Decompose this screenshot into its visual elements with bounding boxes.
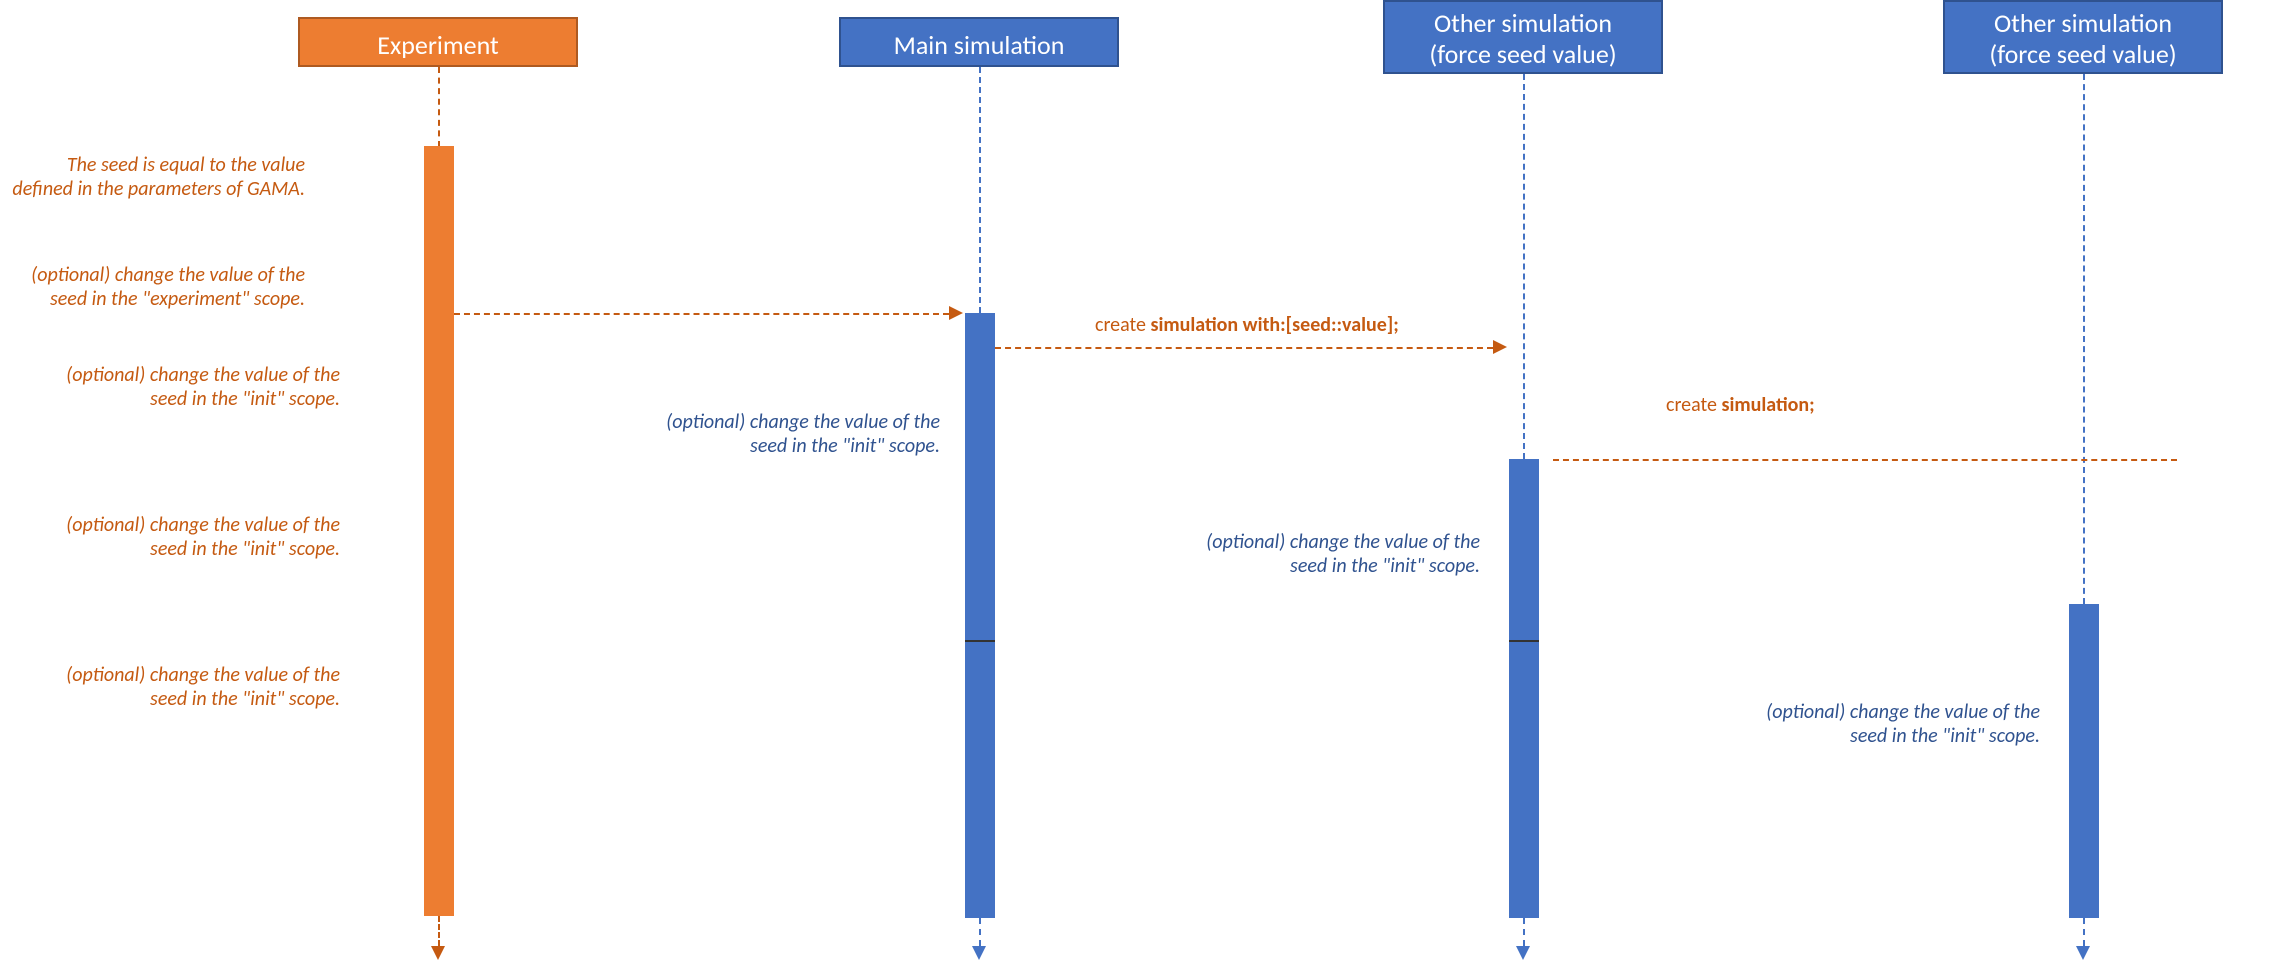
other-sim-force-title-1: Other simulation bbox=[1385, 8, 1661, 39]
arrowhead-down-icon bbox=[972, 946, 986, 960]
code-pre: create bbox=[1666, 393, 1721, 417]
other-sim2-activation-bar bbox=[2069, 604, 2099, 918]
main-simulation-header: Main simulation bbox=[839, 17, 1119, 67]
message-arrow-line bbox=[454, 313, 949, 315]
annotation-experiment-scope: (optional) change the value of the seed … bbox=[5, 263, 305, 311]
lifeline-dash bbox=[1523, 918, 1525, 946]
lifeline-dash bbox=[2083, 74, 2085, 604]
code-create-sim: create simulation; bbox=[1666, 393, 1815, 417]
annotation-other-sim-init: (optional) change the value of the seed … bbox=[1180, 530, 1480, 578]
main-sim-activation-bar bbox=[965, 313, 995, 918]
experiment-title: Experiment bbox=[377, 29, 498, 61]
annotation-init-scope-2: (optional) change the value of the seed … bbox=[40, 513, 340, 561]
arrowhead-right-icon bbox=[949, 306, 963, 320]
lifeline-dash bbox=[438, 916, 440, 946]
arrowhead-down-icon bbox=[431, 946, 445, 960]
other-sim-force-header: Other simulation (force seed value) bbox=[1383, 0, 1663, 74]
arrowhead-down-icon bbox=[2076, 946, 2090, 960]
arrowhead-right-icon bbox=[1493, 340, 1507, 354]
message-arrow-line bbox=[995, 347, 1493, 349]
annotation-init-scope-3: (optional) change the value of the seed … bbox=[40, 663, 340, 711]
other-sim-force2-title-2: (force seed value) bbox=[1945, 39, 2221, 70]
other-sim-activation-bar bbox=[1509, 459, 1539, 918]
bar-separator bbox=[965, 640, 995, 642]
bar-separator bbox=[1509, 640, 1539, 642]
code-bold: simulation; bbox=[1721, 393, 1814, 417]
code-create-sim-with-seed: create simulation with:[seed::value]; bbox=[1095, 313, 1399, 337]
lifeline-dash bbox=[979, 67, 981, 313]
message-arrow-line bbox=[1553, 459, 2177, 461]
annotation-experiment-default-seed: The seed is equal to the value defined i… bbox=[5, 153, 305, 201]
annotation-init-scope-1: (optional) change the value of the seed … bbox=[40, 363, 340, 411]
annotation-other-sim2-init: (optional) change the value of the seed … bbox=[1740, 700, 2040, 748]
code-bold: simulation with:[seed::value]; bbox=[1150, 313, 1398, 337]
experiment-activation-bar bbox=[424, 146, 454, 916]
code-pre: create bbox=[1095, 313, 1150, 337]
other-sim-force2-title-1: Other simulation bbox=[1945, 8, 2221, 39]
lifeline-dash bbox=[2083, 918, 2085, 946]
arrowhead-down-icon bbox=[1516, 946, 1530, 960]
other-sim-force2-header: Other simulation (force seed value) bbox=[1943, 0, 2223, 74]
main-simulation-title: Main simulation bbox=[894, 29, 1065, 61]
lifeline-dash bbox=[979, 918, 981, 946]
lifeline-dash bbox=[438, 67, 440, 147]
other-sim-force-title-2: (force seed value) bbox=[1385, 39, 1661, 70]
lifeline-dash bbox=[1523, 74, 1525, 459]
annotation-main-sim-init: (optional) change the value of the seed … bbox=[640, 410, 940, 458]
experiment-header: Experiment bbox=[298, 17, 578, 67]
